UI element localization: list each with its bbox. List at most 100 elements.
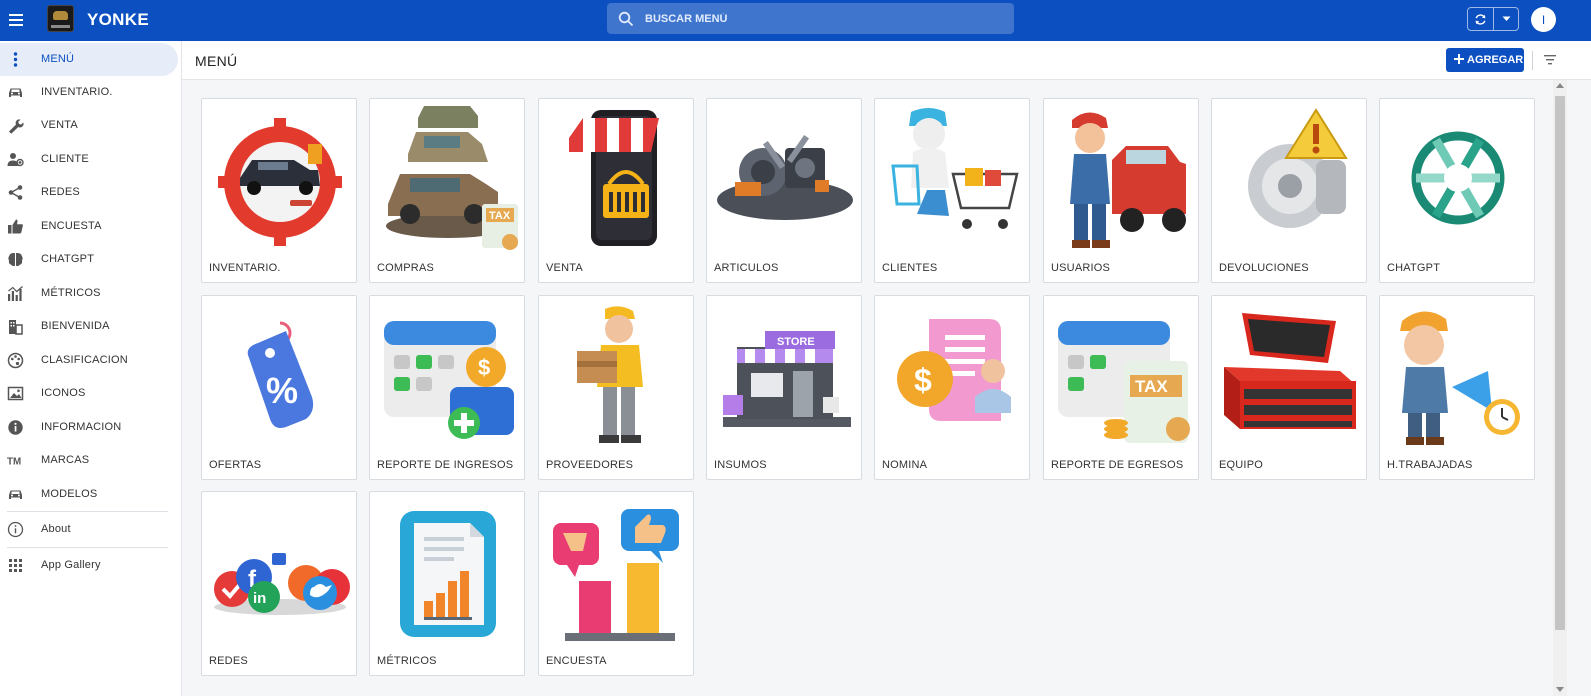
scroll-up-arrow-icon[interactable] <box>1556 83 1564 88</box>
user-group-icon <box>7 151 24 168</box>
user-avatar[interactable]: I <box>1531 7 1556 32</box>
sidebar-item-informacion[interactable]: INFORMACION <box>0 411 178 444</box>
tile-label: VENTA <box>546 262 583 274</box>
car-parts-icon <box>717 134 853 220</box>
add-button[interactable]: AGREGAR <box>1446 48 1524 72</box>
sidebar-item-label: INVENTARIO. <box>41 86 113 98</box>
trademark-icon: TM <box>7 452 24 469</box>
report-chart-icon <box>400 511 496 637</box>
worker-clock-icon <box>1400 311 1520 445</box>
mechanic-car-icon <box>1070 112 1186 248</box>
tile-h-trabajadas[interactable]: H.TRABAJADAS <box>1379 295 1535 480</box>
sidebar-divider <box>7 511 168 512</box>
shopping-cart-person-icon <box>891 108 1019 229</box>
hamburger-menu-icon[interactable] <box>8 10 28 30</box>
tile-reporte-egresos[interactable]: TAX REPORTE DE EGRESOS <box>1043 295 1199 480</box>
sidebar-item-cliente[interactable]: CLIENTE <box>0 143 178 176</box>
car-icon <box>7 486 24 503</box>
tile-reporte-ingresos[interactable]: $ REPORTE DE INGRESOS <box>369 295 525 480</box>
palette-icon <box>7 352 24 369</box>
tile-label: USUARIOS <box>1051 262 1111 274</box>
thumbs-up-icon <box>7 218 24 235</box>
tile-label: DEVOLUCIONES <box>1219 262 1309 274</box>
tile-label: ARTICULOS <box>714 262 779 274</box>
sidebar: MENÚ INVENTARIO. VENTA CLIENTE REDES ENC… <box>0 41 182 696</box>
filter-icon[interactable] <box>1543 54 1557 66</box>
sidebar-item-redes[interactable]: REDES <box>0 176 178 209</box>
tile-proveedores[interactable]: PROVEEDORES <box>538 295 694 480</box>
sidebar-item-bienvenida[interactable]: BIENVENIDA <box>0 310 178 343</box>
sidebar-item-app-gallery[interactable]: App Gallery <box>0 549 178 582</box>
tile-ofertas[interactable]: % OFERTAS <box>201 295 357 480</box>
sync-button[interactable] <box>1468 8 1494 30</box>
header-separator <box>1532 51 1533 70</box>
toolbox-icon <box>1224 313 1356 429</box>
tile-insumos[interactable]: STORE INSUMOS <box>706 295 862 480</box>
sidebar-item-clasificacion[interactable]: CLASIFICACION <box>0 344 178 377</box>
sidebar-item-modelos[interactable]: MODELOS <box>0 478 178 511</box>
sidebar-item-about[interactable]: About <box>0 513 178 546</box>
discount-tag-icon: % <box>247 321 314 428</box>
tile-redes[interactable]: f in REDES <box>201 491 357 676</box>
tile-articulos[interactable]: ARTICULOS <box>706 98 862 283</box>
tile-equipo[interactable]: EQUIPO <box>1211 295 1367 480</box>
sidebar-item-menu[interactable]: MENÚ <box>0 43 178 76</box>
tile-label: PROVEEDORES <box>546 459 634 471</box>
sidebar-item-label: MENÚ <box>41 53 75 65</box>
tile-encuesta[interactable]: ENCUESTA <box>538 491 694 676</box>
tile-label: MÉTRICOS <box>377 655 437 667</box>
svg-text:TAX: TAX <box>1135 377 1168 396</box>
payroll-document-icon: $ <box>897 319 1011 421</box>
openai-logo-icon <box>1411 131 1505 225</box>
sidebar-item-label: MODELOS <box>41 488 98 500</box>
tile-label: NOMINA <box>882 459 928 471</box>
tile-metricos[interactable]: MÉTRICOS <box>369 491 525 676</box>
tile-nomina[interactable]: $ NOMINA <box>874 295 1030 480</box>
grid-icon <box>7 557 24 574</box>
sidebar-item-label: INFORMACION <box>41 421 122 433</box>
tile-usuarios[interactable]: USUARIOS <box>1043 98 1199 283</box>
tile-chatgpt[interactable]: CHATGPT <box>1379 98 1535 283</box>
tile-label: H.TRABAJADAS <box>1387 459 1473 471</box>
delivery-man-icon <box>577 306 643 443</box>
sidebar-item-label: MARCAS <box>41 454 90 466</box>
svg-text:TAX: TAX <box>489 210 511 222</box>
sidebar-item-marcas[interactable]: TM MARCAS <box>0 444 178 477</box>
sidebar-item-metricos[interactable]: MÉTRICOS <box>0 277 178 310</box>
chevron-down-icon <box>1502 16 1510 21</box>
sidebar-item-venta[interactable]: VENTA <box>0 109 178 142</box>
sidebar-item-encuesta[interactable]: ENCUESTA <box>0 210 178 243</box>
shop-phone-icon <box>569 110 659 246</box>
app-title: YONKE <box>87 10 149 29</box>
sidebar-item-label: CLASIFICACION <box>41 354 128 366</box>
calendar-tax-icon: TAX <box>1058 321 1190 443</box>
brain-icon <box>7 251 24 268</box>
tile-label: COMPRAS <box>377 262 435 274</box>
plus-icon <box>1454 54 1464 64</box>
svg-text:STORE: STORE <box>777 336 815 348</box>
tile-devoluciones[interactable]: DEVOLUCIONES <box>1211 98 1367 283</box>
tile-inventario[interactable]: INVENTARIO. <box>201 98 357 283</box>
sidebar-item-inventario[interactable]: INVENTARIO. <box>0 76 178 109</box>
wrench-icon <box>7 117 24 134</box>
sync-dropdown-button[interactable] <box>1494 8 1518 30</box>
svg-text:$: $ <box>914 362 932 398</box>
sidebar-item-label: CHATGPT <box>41 253 95 265</box>
svg-text:%: % <box>266 370 298 411</box>
vertical-scrollbar[interactable] <box>1553 80 1567 696</box>
svg-text:TM: TM <box>7 457 21 468</box>
add-button-label: AGREGAR <box>1467 54 1524 66</box>
scroll-down-arrow-icon[interactable] <box>1556 687 1564 692</box>
sidebar-item-label: ICONOS <box>41 387 86 399</box>
tile-clientes[interactable]: CLIENTES <box>874 98 1030 283</box>
search-input[interactable] <box>645 9 1005 29</box>
search-bar[interactable] <box>607 3 1014 34</box>
sidebar-item-iconos[interactable]: ICONOS <box>0 377 178 410</box>
tile-compras[interactable]: TAX COMPRAS <box>369 98 525 283</box>
sidebar-item-chatgpt[interactable]: CHATGPT <box>0 243 178 276</box>
tile-label: OFERTAS <box>209 459 262 471</box>
scrollbar-thumb[interactable] <box>1555 96 1565 630</box>
tile-label: INVENTARIO. <box>209 262 281 274</box>
tile-venta[interactable]: VENTA <box>538 98 694 283</box>
sidebar-item-label: ENCUESTA <box>41 220 102 232</box>
